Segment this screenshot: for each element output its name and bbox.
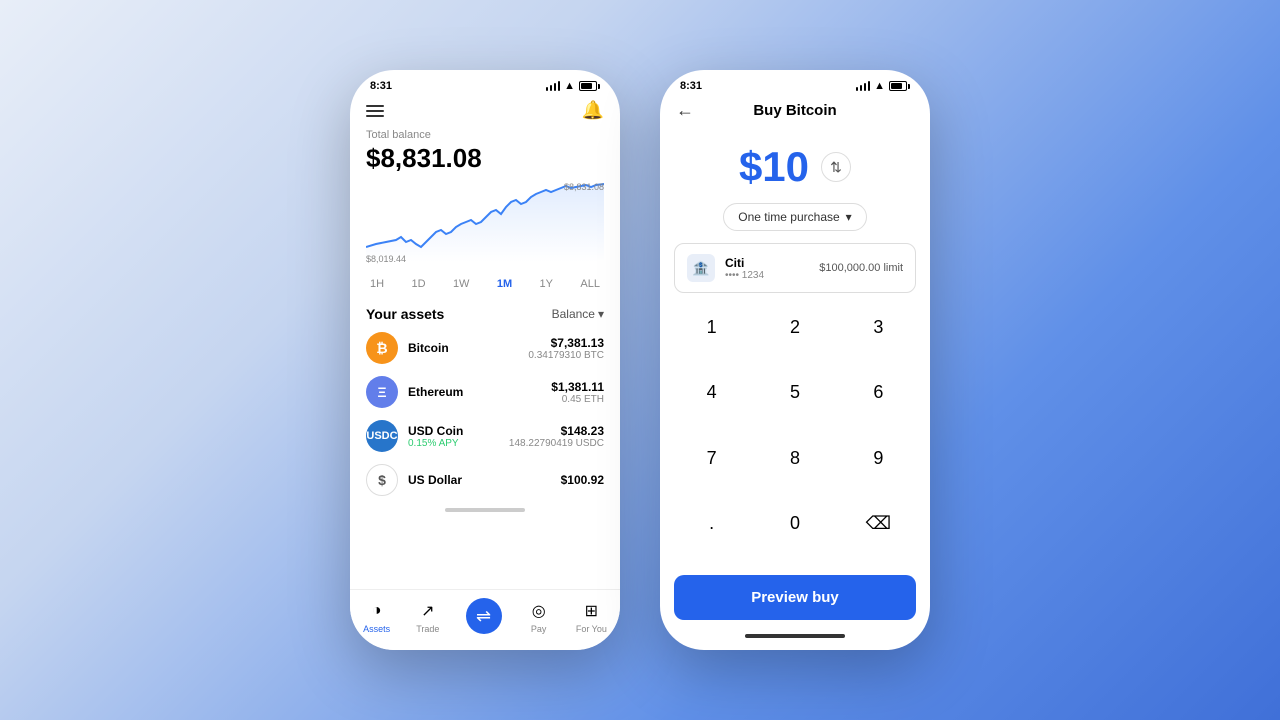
key-3[interactable]: 3 (837, 305, 920, 349)
key-8[interactable]: 8 (753, 436, 836, 480)
key-6[interactable]: 6 (837, 371, 920, 415)
key-0[interactable]: 0 (753, 502, 836, 546)
assets-header: Your assets Balance ▾ (366, 306, 604, 322)
chart-max-label: $8,831.08 (564, 182, 604, 192)
key-4[interactable]: 4 (670, 371, 753, 415)
btc-info: Bitcoin (408, 341, 518, 355)
filter-all[interactable]: ALL (576, 276, 604, 292)
status-bar-right: 8:31 ▲ (660, 70, 930, 96)
signal-icon-right (856, 81, 871, 91)
filter-1w[interactable]: 1W (449, 276, 474, 292)
key-7[interactable]: 7 (670, 436, 753, 480)
usd-values: $100.92 (561, 473, 604, 487)
purchase-dropdown[interactable]: One time purchase ▾ (723, 203, 866, 231)
status-icons-left: ▲ (546, 80, 600, 92)
asset-row-eth[interactable]: Ξ Ethereum $1,381.11 0.45 ETH (366, 376, 604, 408)
chevron-down-icon: ▾ (598, 307, 604, 321)
asset-row-usdc[interactable]: USDC USD Coin 0.15% APY $148.23 148.2279… (366, 420, 604, 452)
pay-icon: ◎ (528, 600, 550, 622)
nav-trade-label: Trade (416, 624, 439, 634)
usd-icon: $ (366, 464, 398, 496)
trade-icon: ↗ (417, 600, 439, 622)
home-indicator-right (745, 634, 845, 638)
wifi-icon-right: ▲ (874, 80, 885, 92)
dropdown-arrow-icon: ▾ (846, 210, 852, 224)
time-left: 8:31 (370, 80, 392, 92)
bank-info: Citi •••• 1234 (725, 256, 809, 281)
top-nav: 🔔 (366, 96, 604, 129)
wifi-icon: ▲ (564, 80, 575, 92)
battery-icon-right (889, 81, 910, 91)
page-title: Buy Bitcoin (753, 102, 836, 119)
payment-method[interactable]: 🏦 Citi •••• 1234 $100,000.00 limit (674, 243, 916, 293)
eth-info: Ethereum (408, 385, 541, 399)
battery-icon (579, 81, 600, 91)
preview-buy-button[interactable]: Preview buy (674, 575, 916, 620)
filter-1d[interactable]: 1D (407, 276, 429, 292)
nav-assets-label: Assets (363, 624, 390, 634)
assets-title: Your assets (366, 306, 444, 322)
nav-transfer[interactable]: ⇌ (466, 598, 502, 636)
left-phone: 8:31 ▲ 🔔 Total balance $8,831.08 (350, 70, 620, 650)
nav-pay[interactable]: ◎ Pay (528, 600, 550, 634)
signal-icon (546, 81, 561, 91)
usdc-info: USD Coin 0.15% APY (408, 424, 499, 449)
transfer-icon: ⇌ (466, 598, 502, 634)
key-5[interactable]: 5 (753, 371, 836, 415)
nav-trade[interactable]: ↗ Trade (416, 600, 439, 634)
usd-info: US Dollar (408, 473, 551, 487)
bank-name: Citi (725, 256, 809, 270)
key-9[interactable]: 9 (837, 436, 920, 480)
home-indicator (445, 508, 525, 512)
usdc-icon: USDC (366, 420, 398, 452)
bottom-nav: ◑ Assets ↗ Trade ⇌ ◎ Pay ⊞ For You (350, 589, 620, 650)
nav-assets[interactable]: ◑ Assets (363, 600, 390, 634)
key-dot[interactable]: . (670, 502, 753, 546)
balance-amount: $8,831.08 (366, 143, 604, 174)
filter-1y[interactable]: 1Y (536, 276, 557, 292)
key-2[interactable]: 2 (753, 305, 836, 349)
purchase-type-selector: One time purchase ▾ (660, 203, 930, 231)
bank-number: •••• 1234 (725, 270, 809, 281)
usdc-values: $148.23 148.22790419 USDC (509, 424, 604, 449)
right-phone: 8:31 ▲ ← Buy Bitcoin $10 ⇅ (660, 70, 930, 650)
asset-row-btc[interactable]: ₿ Bitcoin $7,381.13 0.34179310 BTC (366, 332, 604, 364)
balance-filter[interactable]: Balance ▾ (552, 307, 604, 321)
bank-limit: $100,000.00 limit (819, 262, 903, 274)
time-right: 8:31 (680, 80, 702, 92)
chart-svg (366, 182, 604, 262)
nav-foryou-label: For You (576, 624, 607, 634)
eth-icon: Ξ (366, 376, 398, 408)
nav-foryou[interactable]: ⊞ For You (576, 600, 607, 634)
back-button[interactable]: ← (676, 100, 694, 121)
eth-values: $1,381.11 0.45 ETH (551, 380, 604, 405)
nav-pay-label: Pay (531, 624, 547, 634)
btc-values: $7,381.13 0.34179310 BTC (528, 336, 604, 361)
filter-1m[interactable]: 1M (493, 276, 516, 292)
filter-1h[interactable]: 1H (366, 276, 388, 292)
key-backspace[interactable]: ⌫ (837, 502, 920, 546)
amount-value: $10 (739, 143, 809, 191)
balance-label: Total balance (366, 129, 604, 141)
time-filters: 1H 1D 1W 1M 1Y ALL (366, 276, 604, 292)
status-bar-left: 8:31 ▲ (350, 70, 620, 96)
screen-header: ← Buy Bitcoin (660, 96, 930, 127)
purchase-type-label: One time purchase (738, 210, 839, 224)
amount-display: $10 ⇅ (660, 127, 930, 203)
foryou-icon: ⊞ (580, 600, 602, 622)
swap-button[interactable]: ⇅ (821, 152, 851, 182)
swap-icon: ⇅ (830, 159, 842, 176)
status-icons-right: ▲ (856, 80, 910, 92)
menu-icon[interactable] (366, 105, 384, 117)
chart-area: $8,831.08 $8,019.44 (366, 182, 604, 272)
btc-icon: ₿ (366, 332, 398, 364)
assets-icon: ◑ (366, 600, 388, 622)
bank-icon: 🏦 (687, 254, 715, 282)
asset-row-usd[interactable]: $ US Dollar $100.92 (366, 464, 604, 496)
numpad: 1 2 3 4 5 6 7 8 9 . 0 ⌫ (660, 305, 930, 567)
chart-min-label: $8,019.44 (366, 254, 406, 264)
buy-bitcoin-screen: ← Buy Bitcoin $10 ⇅ One time purchase ▾ … (660, 96, 930, 644)
bell-icon[interactable]: 🔔 (582, 100, 604, 121)
key-1[interactable]: 1 (670, 305, 753, 349)
